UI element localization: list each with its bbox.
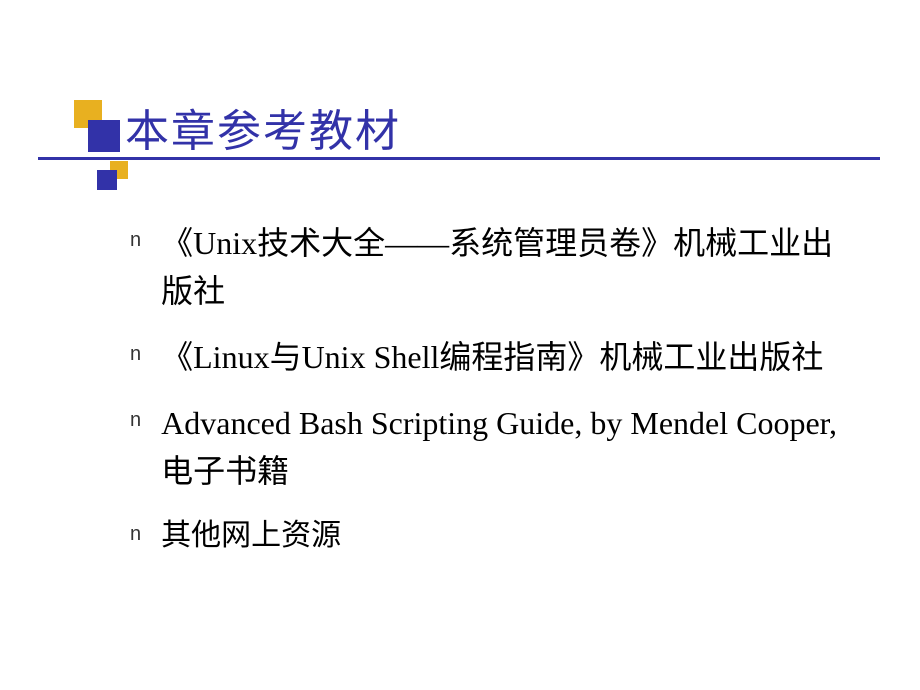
bullet-marker: n — [130, 523, 141, 546]
slide-title: 本章参考教材 — [125, 95, 920, 159]
bullet-text: 《Linux与Unix Shell编程指南》机械工业出版社 — [161, 333, 823, 381]
decoration-square-blue-bottom — [97, 170, 117, 190]
decoration-square-blue-top — [88, 120, 120, 152]
bullet-text: 《Unix技术大全——系统管理员卷》机械工业出版社 — [161, 219, 860, 315]
bullet-marker: n — [130, 229, 141, 252]
list-item: n 其他网上资源 — [130, 513, 860, 558]
bullet-text: 其他网上资源 — [161, 513, 341, 558]
bullet-marker: n — [130, 343, 141, 366]
bullet-text: Advanced Bash Scripting Guide, by Mendel… — [161, 399, 860, 495]
content-area: n 《Unix技术大全——系统管理员卷》机械工业出版社 n 《Linux与Uni… — [0, 159, 920, 558]
list-item: n Advanced Bash Scripting Guide, by Mend… — [130, 399, 860, 495]
list-item: n 《Unix技术大全——系统管理员卷》机械工业出版社 — [130, 219, 860, 315]
title-underline — [38, 157, 880, 160]
list-item: n 《Linux与Unix Shell编程指南》机械工业出版社 — [130, 333, 860, 381]
title-section: 本章参考教材 — [0, 0, 920, 159]
bullet-marker: n — [130, 409, 141, 432]
